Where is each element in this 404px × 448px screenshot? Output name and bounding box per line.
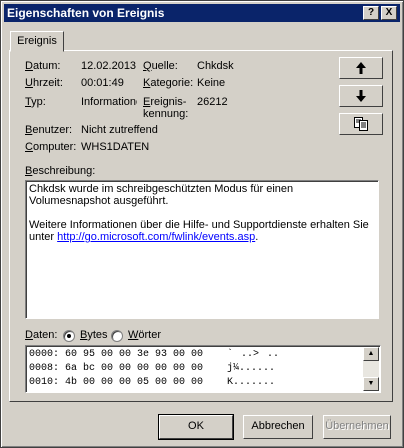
words-radio-label[interactable]: Wörter — [128, 329, 161, 341]
previous-event-button[interactable] — [339, 57, 383, 79]
benutzer-label: Benutzer: — [25, 124, 73, 136]
arrow-down-icon — [356, 90, 366, 102]
computer-value: WHS1DATEN — [81, 141, 150, 153]
typ-value: Informatione — [81, 96, 137, 108]
scroll-down-icon[interactable]: ▼ — [363, 377, 379, 391]
kennung-label-line1: Ereignis- — [143, 96, 187, 108]
uhrzeit-label: Uhrzeit: — [25, 77, 63, 89]
apply-button[interactable]: Übernehmen — [323, 415, 391, 439]
data-row: 0010: 4b 00 00 00 05 00 00 00 K....... — [29, 377, 276, 388]
benutzer-value: Nicht zutreffend — [81, 124, 158, 136]
arrow-up-icon — [356, 62, 366, 74]
help-link[interactable]: http://go.microsoft.com/fwlink/events.as… — [57, 231, 255, 243]
words-radio[interactable] — [111, 330, 123, 342]
description-label: Beschreibung: — [25, 165, 96, 177]
typ-label: Typ: — [25, 96, 46, 108]
quelle-label: Quelle: — [143, 60, 178, 72]
scroll-up-icon[interactable]: ▲ — [363, 347, 379, 361]
next-event-button[interactable] — [339, 85, 383, 107]
description-line1: Chkdsk wurde im schreibgeschützten Modus… — [29, 183, 294, 207]
kennung-label-line2: kennung: — [143, 108, 189, 120]
help-button[interactable]: ? — [363, 6, 379, 20]
computer-label: Computer: — [25, 141, 77, 153]
copy-button[interactable] — [339, 113, 383, 135]
kategorie-value: Keine — [197, 77, 226, 89]
window-title: Eigenschaften von Ereignis — [7, 6, 165, 20]
uhrzeit-value: 00:01:49 — [81, 77, 124, 89]
data-scrollbar[interactable]: ▲ ▼ — [363, 347, 379, 391]
quelle-value: Chkdsk — [197, 60, 234, 72]
cancel-button[interactable]: Abbrechen — [243, 415, 313, 439]
datum-label: Datum: — [25, 60, 61, 72]
data-row: 0008: 6a bc 00 00 00 00 00 00 j¼...... — [29, 363, 276, 374]
data-row: 0000: 60 95 00 00 3e 93 00 00 `..>.. — [29, 349, 280, 360]
datum-value: 12.02.2013 — [81, 60, 137, 72]
properties-window: Eigenschaften von Ereignis ? X Ereignis … — [0, 0, 404, 448]
data-hex-view[interactable]: 0000: 60 95 00 00 3e 93 00 00 `..>.. 0… — [25, 345, 381, 393]
kategorie-label: Kategorie: — [143, 77, 194, 89]
description-text-area[interactable]: Chkdsk wurde im schreibgeschützten Modus… — [25, 180, 379, 319]
bytes-radio-label[interactable]: Bytes — [80, 329, 108, 341]
kennung-value: 26212 — [197, 96, 228, 108]
bytes-radio[interactable] — [63, 330, 75, 342]
copy-icon — [354, 117, 368, 131]
ok-button[interactable]: OK — [159, 415, 233, 439]
title-bar: Eigenschaften von Ereignis ? X — [4, 4, 400, 22]
description-line2: Weitere Informationen über die Hilfe- un… — [29, 219, 369, 243]
tab-ereignis[interactable]: Ereignis — [10, 31, 64, 52]
close-button[interactable]: X — [381, 6, 397, 20]
data-label: Daten: — [25, 329, 58, 341]
